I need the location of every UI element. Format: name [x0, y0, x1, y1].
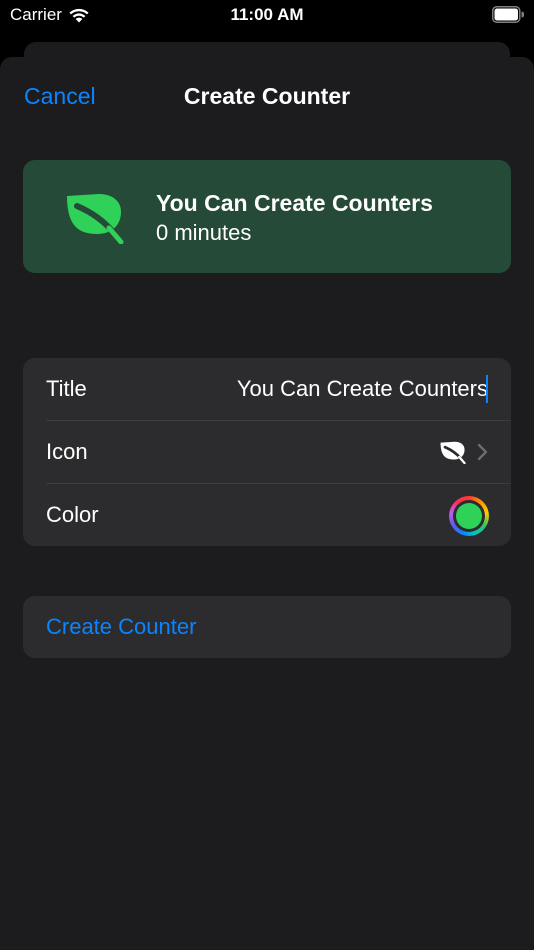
title-input[interactable]: [158, 370, 488, 408]
page-title: Create Counter: [183, 83, 351, 109]
create-counter-button[interactable]: Create Counter: [23, 596, 511, 658]
counter-form-group: Title Icon: [23, 358, 511, 546]
icon-value: [439, 440, 489, 464]
preview-title: You Can Create Counters: [156, 190, 433, 216]
color-well-inner: [453, 500, 485, 532]
counter-preview-card: You Can Create Counters 0 minutes: [23, 160, 511, 273]
color-picker-well[interactable]: [449, 496, 489, 536]
create-counter-sheet: Cancel Create Counter You Can Create Cou…: [0, 57, 534, 950]
color-label: Color: [46, 502, 99, 527]
create-counter-label: Create Counter: [46, 614, 197, 639]
icon-label: Icon: [46, 439, 88, 464]
screen: Carrier 11:00 AM Cancel Create Counter Y…: [0, 0, 534, 950]
title-row: Title: [23, 358, 511, 420]
status-time: 11:00 AM: [230, 5, 304, 24]
text-caret: [486, 375, 488, 403]
status-bar: Carrier 11:00 AM: [0, 0, 534, 30]
leaf-icon: [440, 441, 466, 464]
selected-color-swatch: [456, 503, 482, 529]
title-label: Title: [46, 376, 87, 401]
color-row: Color: [23, 484, 511, 546]
navigation-bar: Cancel Create Counter: [0, 57, 534, 137]
icon-row[interactable]: Icon: [23, 421, 511, 483]
preview-subtitle: 0 minutes: [156, 220, 252, 245]
battery-icon: [492, 6, 524, 23]
leaf-icon: [67, 194, 124, 244]
chevron-right-icon: [477, 443, 488, 461]
